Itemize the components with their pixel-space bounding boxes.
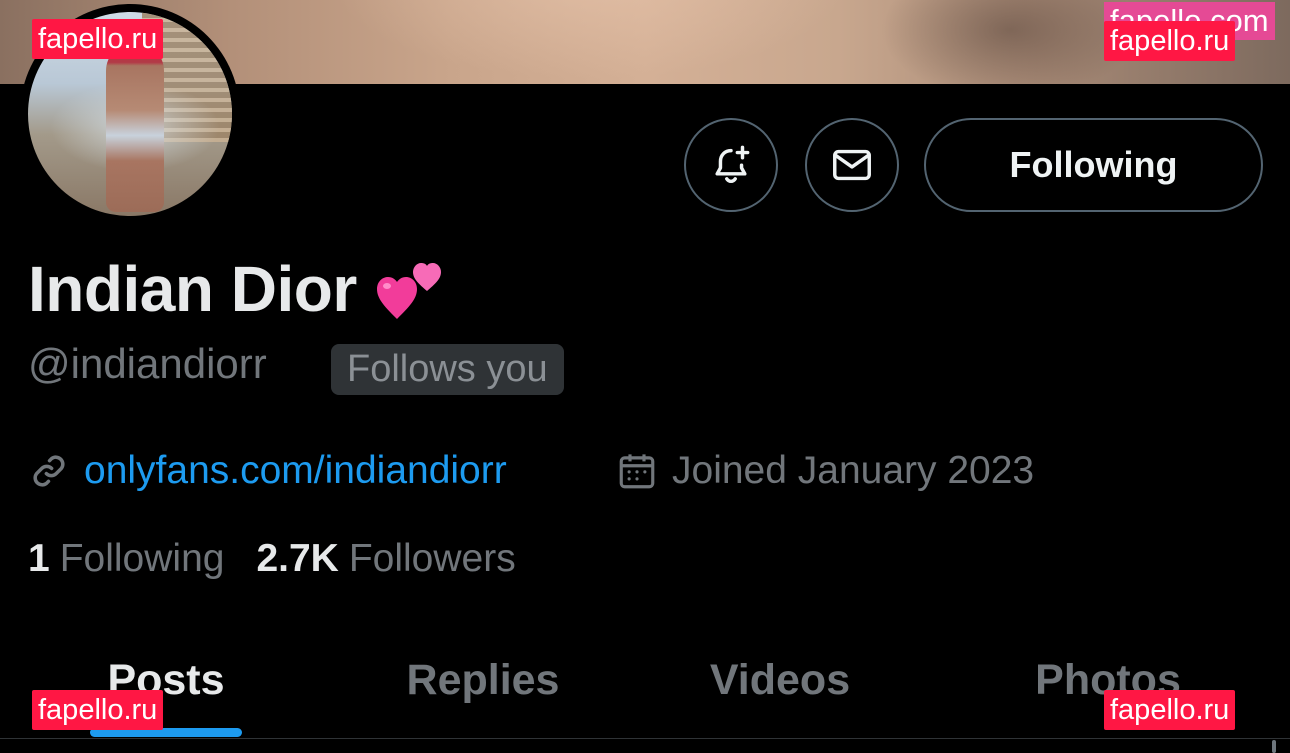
two-hearts-icon [375,255,445,323]
calendar-icon [619,454,655,489]
watermark-bottom-right: fapello.ru [1104,690,1236,730]
followers-count-link[interactable]: 2.7K Followers [256,537,515,581]
profile-tabs: Posts Replies Videos Photos [0,640,1290,753]
joined-row: Joined January 2023 [616,446,1034,496]
following-button[interactable]: Following [924,118,1263,212]
following-count: 1 [28,537,50,580]
watermark-top-left: fapello.ru [32,19,164,59]
avatar-figure [106,42,164,212]
watermark-top-right: fapello.ru [1104,21,1236,61]
notifications-button[interactable] [684,118,778,212]
tab-replies[interactable]: Replies [390,648,576,712]
tab-videos[interactable]: Videos [693,648,867,712]
watermark-bottom-left: fapello.ru [32,690,164,730]
banner-highlight [330,0,850,80]
following-label: Following [59,537,225,580]
envelope-icon [833,149,871,181]
user-handle: @indiandiorr [28,340,267,387]
website-row: onlyfans.com/indiandiorr [28,446,507,496]
following-count-link[interactable]: 1 Following [28,537,224,581]
follow-counts: 1 Following 2.7K Followers [28,534,516,584]
followers-count: 2.7K [256,537,339,580]
website-link[interactable]: onlyfans.com/indiandiorr [84,449,507,493]
joined-date: Joined January 2023 [672,449,1035,492]
follows-you-badge: Follows you [331,344,564,395]
bell-plus-icon [715,145,750,184]
banner-shadow [880,0,1140,84]
followers-label: Followers [348,537,516,580]
display-name-text: Indian Dior [28,253,357,325]
tabs-divider [0,738,1290,739]
message-button[interactable] [805,118,899,212]
display-name: Indian Dior [28,252,445,326]
link-icon [33,455,65,487]
scrollbar-thumb[interactable] [1272,740,1276,753]
